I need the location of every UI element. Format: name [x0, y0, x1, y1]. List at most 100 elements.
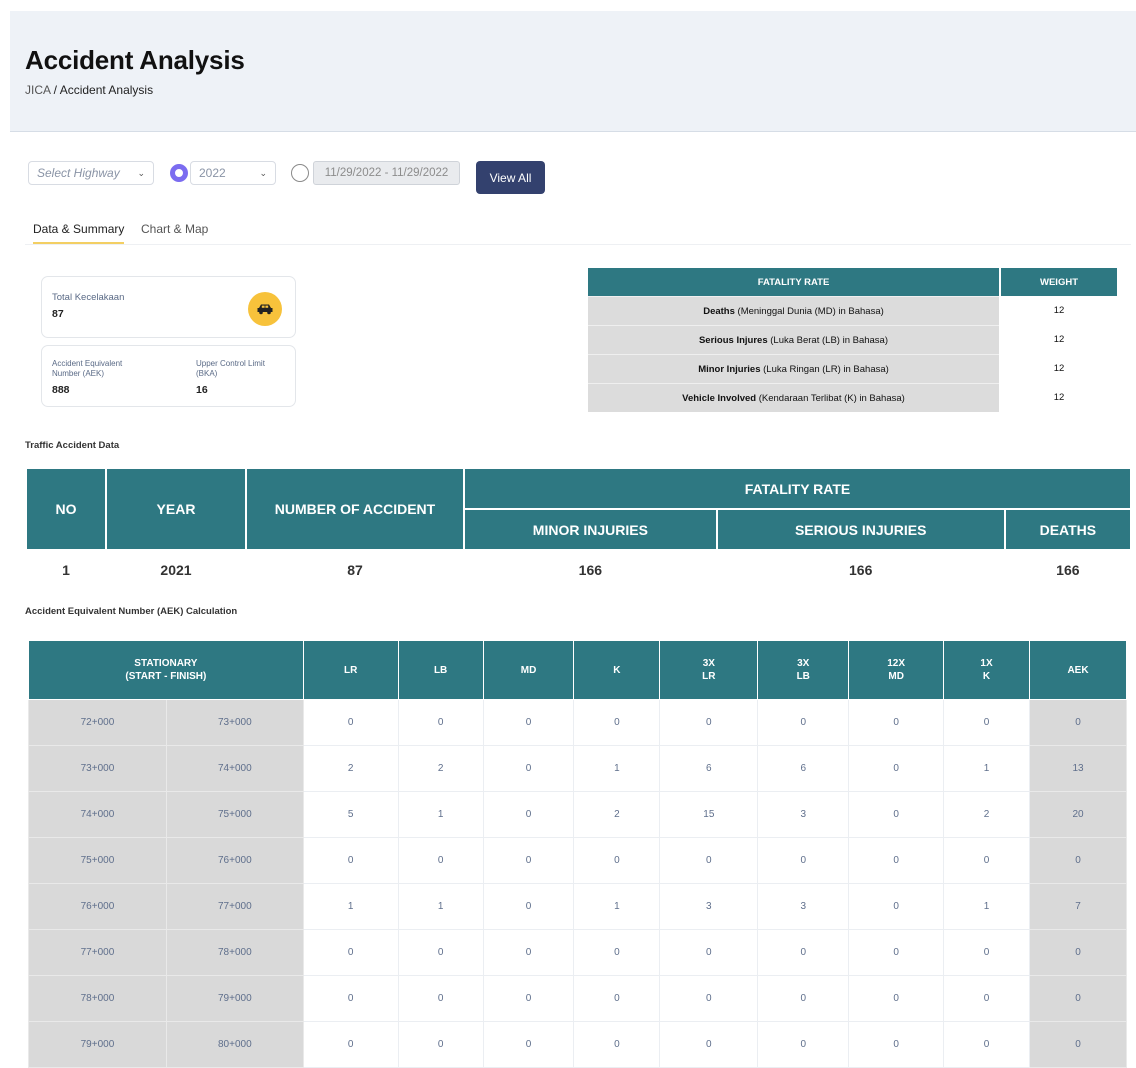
- cell-md: 0: [482, 883, 575, 930]
- fatality-category: Minor Injuries (Luka Ringan (LR) in Baha…: [588, 354, 999, 383]
- cell-3x-lb: 0: [757, 929, 850, 976]
- total-accidents-value: 87: [52, 308, 64, 320]
- table-row: 75+000 76+000 0 0 0 0 0 0 0 0 0: [28, 837, 1127, 884]
- breadcrumb-root[interactable]: JICA: [25, 83, 50, 97]
- cell-start: 76+000: [28, 883, 167, 930]
- chevron-down-icon: ⌄: [259, 167, 267, 178]
- cell-3x-lr: 0: [659, 929, 759, 976]
- cell-3x-lb: 0: [757, 1021, 850, 1068]
- col-3x-lr: 3X LR: [659, 640, 759, 700]
- cell-k: 1: [573, 883, 661, 930]
- tab-chart-map[interactable]: Chart & Map: [141, 222, 208, 242]
- table-row: 74+000 75+000 5 1 0 2 15 3 0 2 20: [28, 791, 1127, 838]
- cell-start: 75+000: [28, 837, 167, 884]
- cell-12x-md: 0: [848, 1021, 945, 1068]
- col-year: YEAR: [105, 467, 247, 551]
- cell-lb: 1: [397, 883, 484, 930]
- cell-k: 2: [573, 791, 661, 838]
- date-range-radio[interactable]: [291, 164, 309, 182]
- cell-finish: 76+000: [165, 837, 304, 884]
- breadcrumb-current: Accident Analysis: [59, 83, 154, 97]
- year-select[interactable]: 2022 ⌄: [190, 161, 276, 185]
- aek-calculation-table: STATIONARY (START - FINISH) LR LB MD K 3X…: [28, 640, 1127, 1068]
- cell-3x-lb: 3: [757, 791, 850, 838]
- cell-finish: 74+000: [165, 745, 304, 792]
- table-row: 76+000 77+000 1 1 0 1 3 3 0 1 7: [28, 883, 1127, 930]
- cell-k: 0: [573, 929, 661, 976]
- col-accidents: NUMBER OF ACCIDENT: [245, 467, 465, 551]
- aek-table-title: Accident Equivalent Number (AEK) Calcula…: [25, 606, 238, 617]
- fatality-category: Deaths (Meninggal Dunia (MD) in Bahasa): [588, 296, 999, 325]
- cell-12x-md: 0: [848, 745, 945, 792]
- cell-aek: 7: [1029, 883, 1127, 930]
- cell-year: 2021: [160, 562, 192, 578]
- cell-md: 0: [482, 791, 575, 838]
- cell-aek: 0: [1029, 699, 1127, 746]
- table-row: 1 2021 87 166 166 166: [26, 550, 1131, 589]
- col-12x-md: 12X MD: [848, 640, 945, 700]
- fatality-rate-header: FATALITY RATE: [588, 268, 999, 296]
- cell-k: 0: [573, 1021, 661, 1068]
- cell-3x-lr: 6: [659, 745, 759, 792]
- table-row: Vehicle Involved (Kendaraan Terlibat (K)…: [588, 383, 1117, 412]
- cell-aek: 0: [1029, 929, 1127, 976]
- highway-select[interactable]: Select Highway ⌄: [28, 161, 154, 185]
- aek-summary-card: Accident Equivalent Number (AEK) 888 Upp…: [41, 345, 296, 407]
- cell-lr: 5: [302, 791, 399, 838]
- cell-aek: 0: [1029, 975, 1127, 1022]
- fatality-weight: 12: [1001, 325, 1117, 354]
- traffic-data-title: Traffic Accident Data: [25, 440, 120, 451]
- cell-md: 0: [482, 1021, 575, 1068]
- date-range-input[interactable]: 11/29/2022 - 11/29/2022: [313, 161, 460, 185]
- year-radio[interactable]: [170, 164, 188, 182]
- cell-lr: 0: [302, 837, 399, 884]
- cell-3x-lb: 0: [757, 699, 850, 746]
- col-aek: AEK: [1029, 640, 1127, 700]
- breadcrumb: JICA / Accident Analysis: [25, 83, 153, 97]
- cell-3x-lr: 0: [659, 1021, 759, 1068]
- cell-start: 74+000: [28, 791, 167, 838]
- col-md: MD: [482, 640, 575, 700]
- cell-aek: 20: [1029, 791, 1127, 838]
- cell-no: 1: [62, 562, 70, 578]
- cell-finish: 80+000: [165, 1021, 304, 1068]
- cell-3x-lb: 0: [757, 837, 850, 884]
- cell-12x-md: 0: [848, 699, 945, 746]
- cell-md: 0: [482, 837, 575, 884]
- cell-start: 72+000: [28, 699, 167, 746]
- cell-lr: 0: [302, 929, 399, 976]
- cell-1x-k: 1: [943, 883, 1030, 930]
- cell-md: 0: [482, 699, 575, 746]
- cell-lb: 0: [397, 975, 484, 1022]
- cell-lb: 0: [397, 699, 484, 746]
- cell-serious: 166: [849, 562, 873, 578]
- col-deaths: DEATHS: [1003, 508, 1133, 551]
- view-all-button[interactable]: View All: [476, 161, 545, 194]
- cell-3x-lb: 0: [757, 975, 850, 1022]
- cell-12x-md: 0: [848, 883, 945, 930]
- fatality-weight: 12: [1001, 296, 1117, 325]
- cell-12x-md: 0: [848, 791, 945, 838]
- cell-start: 79+000: [28, 1021, 167, 1068]
- cell-lb: 0: [397, 929, 484, 976]
- cell-deaths: 166: [1056, 562, 1080, 578]
- cell-lr: 0: [302, 975, 399, 1022]
- cell-accidents: 87: [347, 562, 363, 578]
- cell-3x-lr: 0: [659, 837, 759, 884]
- cell-3x-lr: 0: [659, 699, 759, 746]
- cell-aek: 0: [1029, 837, 1127, 884]
- col-minor-injuries: MINOR INJURIES: [463, 508, 718, 551]
- cell-start: 73+000: [28, 745, 167, 792]
- tab-data-summary[interactable]: Data & Summary: [33, 222, 125, 244]
- cell-k: 0: [573, 975, 661, 1022]
- table-row: Minor Injuries (Luka Ringan (LR) in Baha…: [588, 354, 1117, 383]
- chevron-down-icon: ⌄: [137, 167, 145, 178]
- cell-finish: 78+000: [165, 929, 304, 976]
- traffic-accident-table: NO YEAR NUMBER OF ACCIDENT FATALITY RATE…: [25, 467, 1133, 589]
- fatality-category: Vehicle Involved (Kendaraan Terlibat (K)…: [588, 383, 999, 412]
- cell-1x-k: 0: [943, 929, 1030, 976]
- fatality-weight: 12: [1001, 383, 1117, 412]
- cell-3x-lr: 0: [659, 975, 759, 1022]
- cell-lb: 1: [397, 791, 484, 838]
- table-row: Serious Injures (Luka Berat (LB) in Baha…: [588, 325, 1117, 354]
